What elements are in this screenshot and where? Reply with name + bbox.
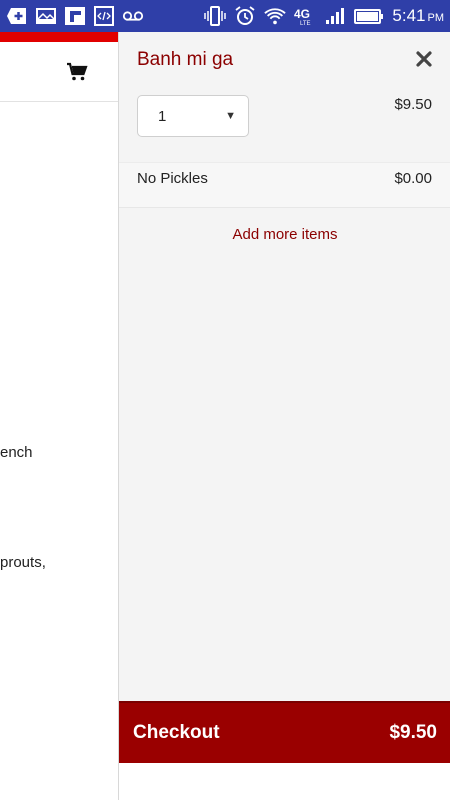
- close-button[interactable]: [414, 49, 434, 69]
- cart-item-name: Banh mi ga: [137, 49, 234, 70]
- cart-item-price: $9.50: [394, 96, 432, 113]
- signal-icon: [324, 6, 346, 26]
- item-option-price: $0.00: [394, 170, 432, 187]
- cart-icon[interactable]: [66, 62, 88, 82]
- background-page: ench prouts,: [0, 32, 118, 800]
- quantity-select[interactable]: 1 ▼: [137, 95, 249, 137]
- svg-text:LTE: LTE: [300, 21, 311, 26]
- status-bar: 4G LTE 5:41 PM: [0, 0, 450, 32]
- checkout-total: $9.50: [389, 722, 437, 743]
- item-option-name: No Pickles: [137, 170, 208, 187]
- code-icon: [93, 6, 115, 26]
- alarm-icon: [234, 6, 256, 26]
- background-text-line: ench: [0, 444, 33, 461]
- checkout-button[interactable]: Checkout $9.50: [119, 701, 450, 763]
- wifi-icon: [264, 6, 287, 26]
- 4g-lte-icon: 4G LTE: [294, 6, 316, 26]
- checkout-label: Checkout: [133, 722, 220, 743]
- vibrate-icon: [204, 6, 227, 26]
- chevron-down-icon: ▼: [225, 110, 236, 122]
- drawer-bottom-area: [119, 763, 450, 800]
- header-accent-strip: [0, 32, 118, 42]
- add-icon: [6, 6, 28, 26]
- close-icon: [416, 51, 432, 67]
- cart-drawer: Banh mi ga 1 ▼ $9.50 No Pickles $0.00 Ad…: [118, 32, 450, 800]
- status-time: 5:41 PM: [392, 6, 444, 25]
- quantity-value: 1: [158, 107, 167, 125]
- voicemail-icon: [122, 6, 144, 26]
- gallery-icon: [35, 6, 57, 26]
- flipboard-icon: [64, 6, 86, 26]
- battery-icon: [354, 6, 384, 26]
- svg-text:4G: 4G: [294, 7, 310, 21]
- add-more-items-link[interactable]: Add more items: [119, 226, 450, 243]
- background-text-line: prouts,: [0, 554, 46, 571]
- background-header: [0, 42, 118, 102]
